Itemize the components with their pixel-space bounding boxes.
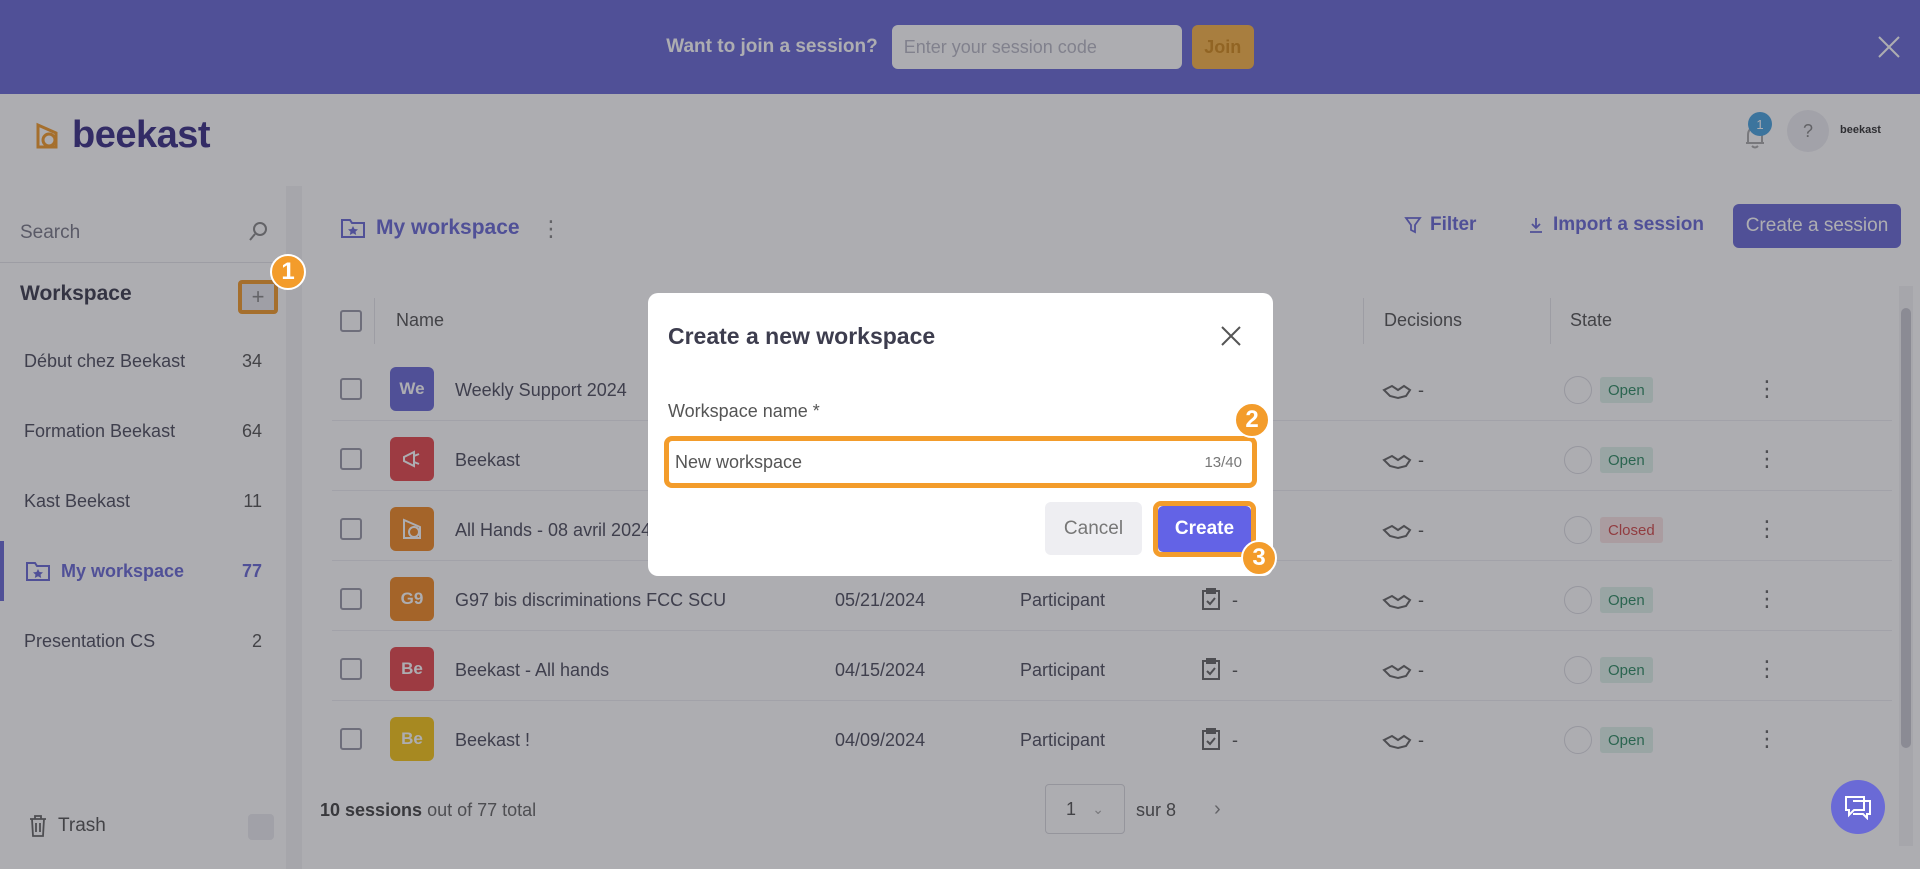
- dialog-title: Create a new workspace: [668, 323, 936, 349]
- workspace-name-label: Workspace name *: [668, 401, 820, 421]
- step-marker-1: 1: [270, 254, 306, 290]
- chat-icon: [1845, 796, 1871, 820]
- create-button[interactable]: Create: [1158, 506, 1251, 552]
- char-counter: 13/40: [1204, 454, 1242, 471]
- step-marker-3: 3: [1241, 540, 1277, 576]
- step-marker-2: 2: [1234, 402, 1270, 438]
- cancel-button[interactable]: Cancel: [1045, 502, 1142, 555]
- chat-button[interactable]: [1831, 780, 1885, 834]
- workspace-name-field[interactable]: 13/40: [664, 436, 1257, 488]
- workspace-name-input[interactable]: [675, 447, 1195, 477]
- close-icon[interactable]: [1218, 323, 1244, 349]
- create-workspace-dialog: Create a new workspace Workspace name * …: [648, 293, 1273, 576]
